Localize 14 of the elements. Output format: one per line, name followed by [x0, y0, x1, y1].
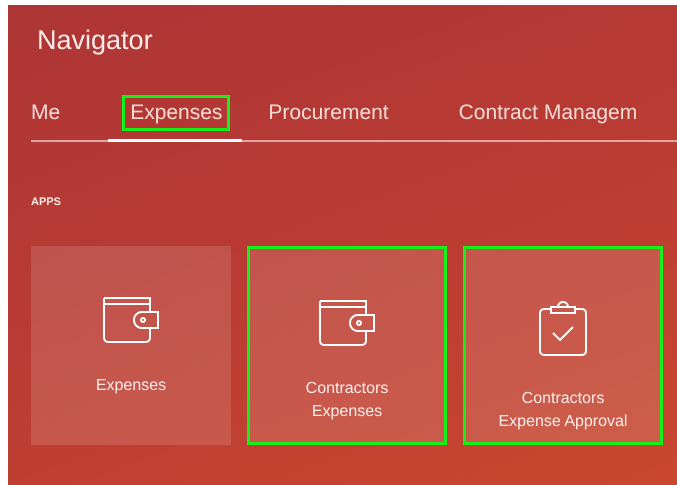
wallet-icon [102, 296, 160, 344]
panel-title: Navigator [37, 24, 154, 57]
app-label: Contractors Expenses [306, 379, 388, 422]
app-tile[interactable]: Expenses [31, 246, 231, 445]
nav-tab[interactable]: Contract Managem [458, 89, 638, 140]
app-label: Expenses [96, 376, 166, 396]
wallet-icon [318, 299, 376, 347]
app-label: Contractors Expense Approval [498, 389, 628, 432]
nav-tab[interactable]: Me [31, 89, 60, 140]
clipboard-check-icon [538, 299, 588, 357]
app-tile[interactable]: Contractors Expenses [247, 246, 447, 445]
app-tile[interactable]: Contractors Expense Approval [463, 246, 663, 445]
nav-tab[interactable]: Procurement [268, 89, 389, 140]
section-heading: APPS [31, 196, 62, 208]
